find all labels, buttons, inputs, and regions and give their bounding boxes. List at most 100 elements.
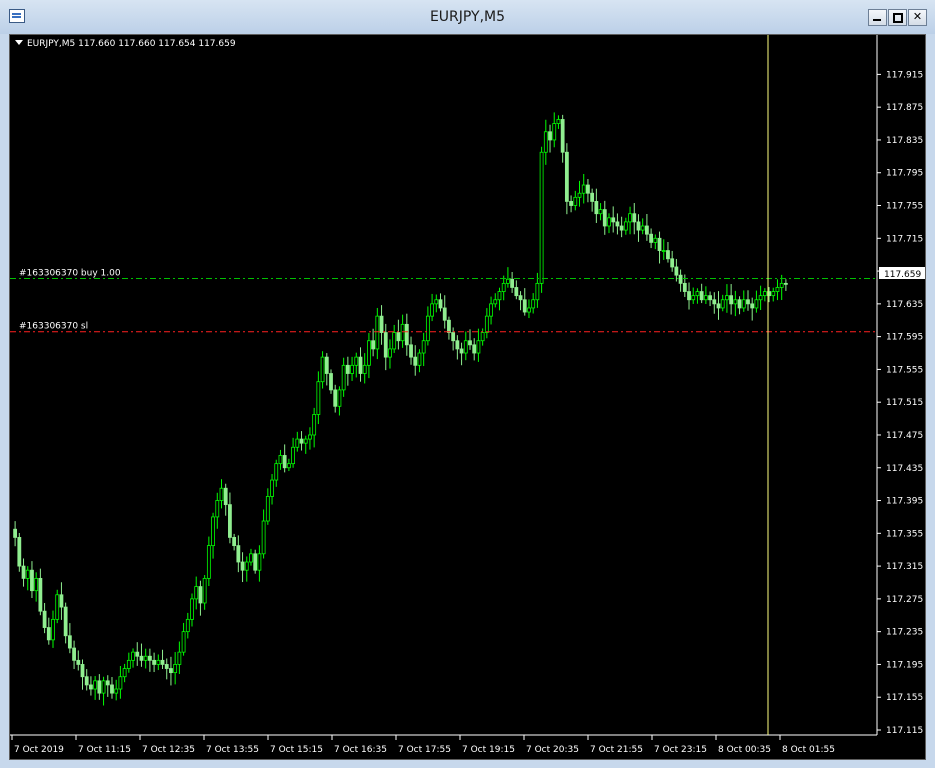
- candle-body: [72, 647, 76, 661]
- terminal-window: EURJPY,M5 ✕ #163306370 buy 1.00 #16330637…: [0, 0, 935, 768]
- candle-body: [333, 389, 338, 407]
- candle-body: [506, 278, 510, 284]
- candle-body: [388, 348, 392, 358]
- candle-body: [295, 438, 300, 448]
- time-tick-label: 7 Oct 12:35: [142, 745, 195, 755]
- price-tick-label: 117.635: [886, 300, 923, 310]
- price-tick-label: 117.315: [886, 562, 923, 572]
- candle-body: [543, 131, 548, 153]
- candle-body: [63, 606, 68, 637]
- candle-body: [472, 344, 477, 354]
- candle-body: [598, 209, 603, 215]
- candle-body: [392, 332, 397, 350]
- candle-body: [93, 680, 98, 690]
- candle-body: [101, 680, 106, 694]
- candle-body: [152, 659, 157, 665]
- candle-body: [413, 356, 418, 366]
- candle-body: [661, 250, 666, 252]
- candle-body: [762, 291, 767, 297]
- candle-body: [177, 651, 182, 665]
- candle-body: [232, 537, 237, 547]
- candle-body: [371, 340, 376, 350]
- candle-body: [404, 323, 409, 346]
- candle-body: [194, 586, 199, 600]
- candle-body: [497, 291, 502, 301]
- candle-body: [678, 274, 683, 284]
- candle-body: [573, 196, 578, 206]
- maximize-icon: [893, 13, 903, 23]
- candle-body: [716, 303, 721, 309]
- candle-body: [611, 217, 616, 223]
- price-tick-label: 117.915: [886, 70, 923, 80]
- close-icon: ✕: [912, 10, 923, 23]
- candle-body: [421, 340, 426, 354]
- candle-body: [754, 299, 759, 309]
- candle-body: [110, 684, 114, 694]
- candle-body: [737, 299, 742, 309]
- maximize-button[interactable]: [888, 9, 907, 26]
- candle-body: [741, 299, 746, 309]
- candle-body: [607, 217, 611, 227]
- time-tick-label: 8 Oct 01:55: [782, 745, 835, 755]
- candle-body: [556, 119, 561, 124]
- price-tick-label: 117.355: [886, 529, 923, 539]
- chart-area[interactable]: #163306370 buy 1.00 #163306370 sl 117.915…: [9, 34, 926, 760]
- candle-body: [468, 340, 472, 346]
- candle-body: [114, 688, 119, 694]
- title-bar[interactable]: EURJPY,M5 ✕: [0, 0, 935, 34]
- dropdown-triangle-icon[interactable]: [15, 40, 23, 45]
- candle-body: [46, 627, 51, 641]
- candle-body: [350, 364, 354, 374]
- candle-body: [771, 291, 776, 297]
- candle-body: [38, 577, 43, 612]
- candle-body: [586, 184, 590, 194]
- candle-body: [291, 446, 295, 465]
- candle-body: [211, 516, 215, 547]
- price-tick-label: 117.195: [886, 660, 923, 670]
- candle-body: [459, 348, 464, 354]
- symbol-info-label: EURJPY,M5 117.660 117.660 117.654 117.65…: [27, 39, 236, 49]
- close-button[interactable]: ✕: [908, 9, 927, 26]
- candle-body: [76, 659, 81, 665]
- candle-body: [640, 225, 645, 231]
- candle-body: [602, 209, 607, 227]
- candle-body: [147, 655, 152, 661]
- candle-body: [89, 684, 93, 690]
- candle-body: [367, 340, 371, 366]
- price-tick-label: 117.235: [886, 628, 923, 638]
- candle-body: [282, 455, 287, 469]
- candle-body: [173, 664, 178, 674]
- price-tick-label: 117.715: [886, 234, 923, 244]
- time-tick-label: 7 Oct 23:15: [654, 745, 707, 755]
- candle-body: [729, 295, 734, 305]
- candle-body: [455, 340, 460, 350]
- candle-body: [703, 295, 708, 301]
- candle-body: [105, 680, 110, 686]
- price-tick-label: 117.475: [886, 431, 923, 441]
- time-tick-label: 7 Oct 19:15: [462, 745, 515, 755]
- candle-body: [564, 151, 569, 202]
- candle-body: [518, 295, 523, 301]
- candle-body: [51, 618, 55, 641]
- candle-body: [531, 299, 536, 309]
- candle-body: [725, 295, 729, 301]
- candle-body: [636, 221, 641, 231]
- current-price-marker: 117.659: [879, 267, 925, 280]
- candle-body: [131, 651, 135, 661]
- minimize-button[interactable]: [868, 9, 887, 26]
- candle-body: [185, 618, 190, 633]
- time-tick-label: 7 Oct 13:55: [206, 745, 259, 755]
- candle-body: [409, 344, 413, 358]
- candle-body: [223, 487, 228, 506]
- candle-body: [674, 266, 679, 276]
- candle-body: [265, 496, 270, 522]
- time-tick-label: 7 Oct 20:35: [526, 745, 579, 755]
- price-tick-label: 117.835: [886, 136, 923, 146]
- candlestick-chart[interactable]: #163306370 buy 1.00 #163306370 sl 117.915…: [10, 35, 925, 759]
- buy-order-label: #163306370 buy 1.00: [19, 268, 121, 278]
- candle-body: [623, 221, 628, 231]
- candle-body: [169, 668, 173, 674]
- candle-body: [228, 504, 232, 538]
- candle-body: [590, 192, 595, 202]
- candle-body: [160, 659, 165, 665]
